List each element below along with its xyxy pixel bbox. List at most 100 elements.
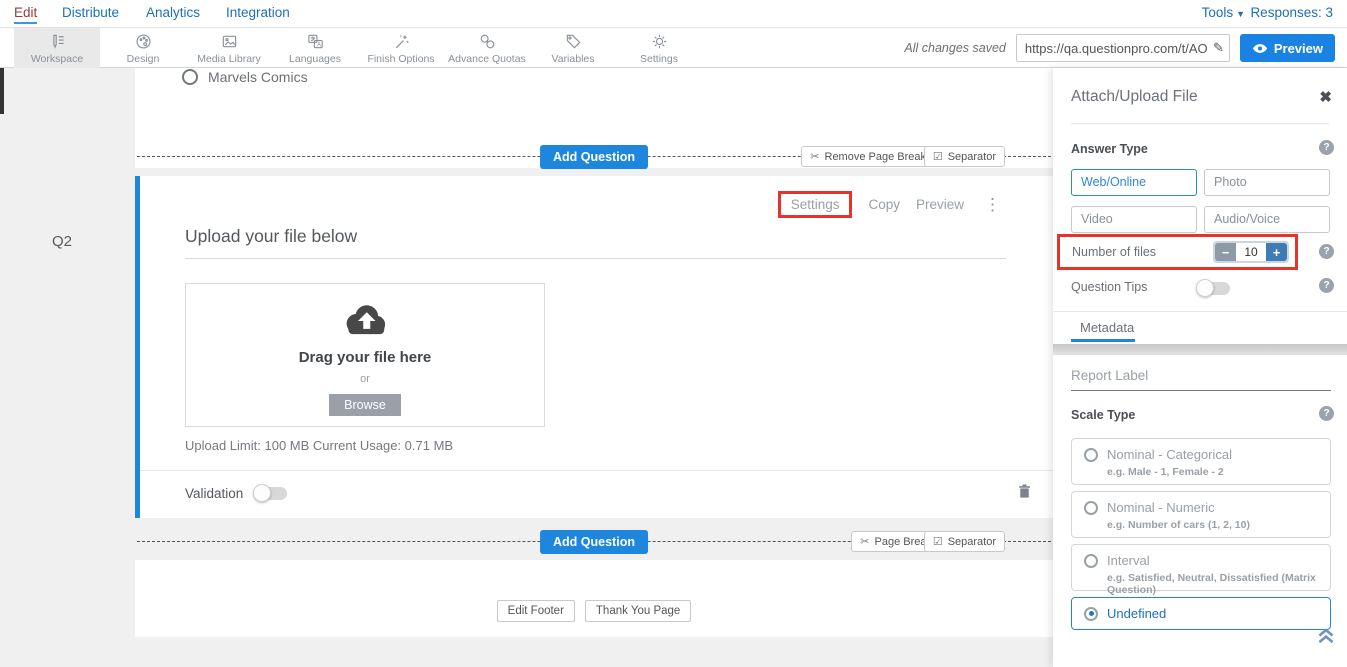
answer-type-options: Web/Online Photo Video Audio/Voice	[1071, 169, 1330, 233]
tools-menu[interactable]: Tools▼	[1202, 5, 1245, 20]
tab-label: Advance Quotas	[448, 53, 526, 65]
question-settings-button[interactable]: Settings	[778, 191, 853, 218]
tab-label: Media Library	[197, 53, 261, 65]
tab-settings[interactable]: Settings	[616, 28, 702, 68]
minus-icon[interactable]: −	[1215, 243, 1236, 261]
eye-icon	[1252, 43, 1268, 54]
edit-footer-button[interactable]: Edit Footer	[497, 600, 575, 622]
tab-languages[interactable]: A Languages	[272, 28, 358, 68]
number-of-files-row-annotated: Number of files − 10 +	[1057, 234, 1298, 270]
browse-button[interactable]: Browse	[329, 394, 401, 416]
nav-edit[interactable]: Edit	[14, 5, 37, 24]
radio-icon[interactable]	[1084, 501, 1098, 515]
left-scrollbar-thumb[interactable]	[0, 68, 4, 114]
validation-label: Validation	[185, 486, 243, 501]
question-copy-button[interactable]: Copy	[868, 197, 900, 212]
question-actions: Settings Copy Preview ⋮	[778, 191, 1001, 218]
tab-finish-options[interactable]: Finish Options	[358, 28, 444, 68]
help-icon[interactable]: ?	[1319, 406, 1334, 421]
cloud-upload-icon	[337, 300, 393, 342]
number-of-files-value[interactable]: 10	[1236, 243, 1266, 261]
design-palette-icon	[134, 32, 153, 51]
preview-button[interactable]: Preview	[1240, 34, 1335, 62]
active-tab-underline	[1071, 339, 1135, 342]
chevron-down-icon: ▼	[1236, 9, 1245, 19]
divider	[140, 470, 1053, 471]
horizontal-scrollbar[interactable]	[1053, 344, 1347, 355]
responses-link[interactable]: Responses: 3	[1250, 5, 1333, 20]
scale-option-example: e.g. Number of cars (1, 2, 10)	[1107, 519, 1318, 531]
question-preview-button[interactable]: Preview	[916, 197, 964, 212]
checkbox-checked-icon: ☑	[933, 150, 943, 163]
nav-analytics[interactable]: Analytics	[146, 5, 200, 20]
answer-option-label: Marvels Comics	[208, 69, 308, 85]
survey-url-input[interactable]	[1016, 34, 1230, 62]
collapse-chevrons-up-icon[interactable]	[1315, 626, 1337, 644]
question-tips-toggle[interactable]	[1198, 282, 1230, 295]
number-of-files-label: Number of files	[1072, 245, 1156, 259]
tab-metadata[interactable]: Metadata	[1080, 320, 1134, 335]
tab-label: Finish Options	[367, 53, 434, 65]
tab-label: Languages	[289, 53, 341, 65]
settings-gear-icon	[650, 32, 669, 51]
validation-row: Validation	[185, 486, 287, 501]
nav-distribute[interactable]: Distribute	[62, 5, 119, 20]
question-title[interactable]: Upload your file below	[185, 226, 357, 247]
scale-option-nominal-categorical[interactable]: Nominal - Categorical e.g. Male - 1, Fem…	[1071, 438, 1331, 485]
delete-question-trash-icon[interactable]	[1016, 482, 1033, 501]
scale-type-label: Scale Type	[1071, 408, 1135, 422]
answer-type-photo[interactable]: Photo	[1204, 169, 1330, 196]
tab-workspace[interactable]: Workspace	[14, 28, 100, 68]
more-options-icon[interactable]: ⋮	[984, 195, 1001, 215]
autosave-status: All changes saved	[904, 41, 1005, 55]
checkbox-checked-icon: ☑	[933, 535, 943, 548]
tab-label: Variables	[552, 53, 595, 65]
finish-options-wand-icon	[392, 32, 411, 51]
help-icon[interactable]: ?	[1319, 140, 1334, 155]
dropzone-or: or	[186, 373, 544, 385]
survey-footer-block: Edit Footer Thank You Page	[135, 560, 1053, 637]
separator-toggle-button[interactable]: ☑ Separator	[924, 531, 1005, 552]
separator-toggle-button[interactable]: ☑ Separator	[924, 146, 1005, 167]
radio-icon[interactable]	[1084, 448, 1098, 462]
plus-icon[interactable]: +	[1266, 243, 1287, 261]
divider	[1071, 123, 1329, 124]
answer-type-video[interactable]: Video	[1071, 206, 1197, 233]
answer-option-row[interactable]: Marvels Comics	[182, 69, 308, 85]
media-library-icon	[220, 32, 239, 51]
page-break-row-2: Add Question ✂ Page Break ☑ Separator	[135, 531, 1053, 553]
number-of-files-stepper: − 10 +	[1213, 241, 1289, 263]
radio-icon[interactable]	[182, 69, 198, 85]
answer-type-audio-voice[interactable]: Audio/Voice	[1204, 206, 1330, 233]
radio-icon[interactable]	[1084, 554, 1098, 568]
help-icon[interactable]: ?	[1319, 244, 1334, 259]
nav-integration[interactable]: Integration	[226, 5, 290, 20]
question-number-label: Q2	[52, 233, 72, 250]
questionpro-survey-editor: Edit Distribute Analytics Integration To…	[0, 0, 1347, 667]
scale-option-nominal-numeric[interactable]: Nominal - Numeric e.g. Number of cars (1…	[1071, 491, 1331, 538]
validation-toggle[interactable]	[255, 487, 287, 500]
question-settings-panel: Attach/Upload File ✖ Answer Type ? Web/O…	[1053, 68, 1347, 667]
tab-design[interactable]: Design	[100, 28, 186, 68]
scale-option-interval[interactable]: Interval e.g. Satisfied, Neutral, Dissat…	[1071, 544, 1331, 591]
help-icon[interactable]: ?	[1319, 278, 1334, 293]
add-question-button[interactable]: Add Question	[540, 530, 648, 554]
remove-page-break-button[interactable]: ✂ Remove Page Break	[801, 146, 935, 167]
advance-quotas-links-icon	[478, 32, 497, 51]
languages-icon: A	[306, 32, 325, 51]
add-question-button[interactable]: Add Question	[540, 145, 648, 169]
tab-label: Workspace	[31, 53, 83, 65]
tab-label: Design	[127, 53, 160, 65]
file-dropzone[interactable]: Drag your file here or Browse	[185, 283, 545, 427]
tab-media-library[interactable]: Media Library	[186, 28, 272, 68]
radio-selected-icon[interactable]	[1084, 607, 1098, 621]
tab-variables[interactable]: Variables	[530, 28, 616, 68]
edit-url-pencil-icon[interactable]: ✎	[1213, 40, 1224, 56]
scissors-icon: ✂	[860, 535, 869, 548]
thank-you-page-button[interactable]: Thank You Page	[585, 600, 691, 622]
tab-advance-quotas[interactable]: Advance Quotas	[444, 28, 530, 68]
report-label-field[interactable]: Report Label	[1071, 368, 1331, 391]
scale-option-undefined[interactable]: Undefined	[1071, 597, 1331, 630]
answer-type-web-online[interactable]: Web/Online	[1071, 169, 1197, 196]
close-icon[interactable]: ✖	[1319, 88, 1332, 106]
